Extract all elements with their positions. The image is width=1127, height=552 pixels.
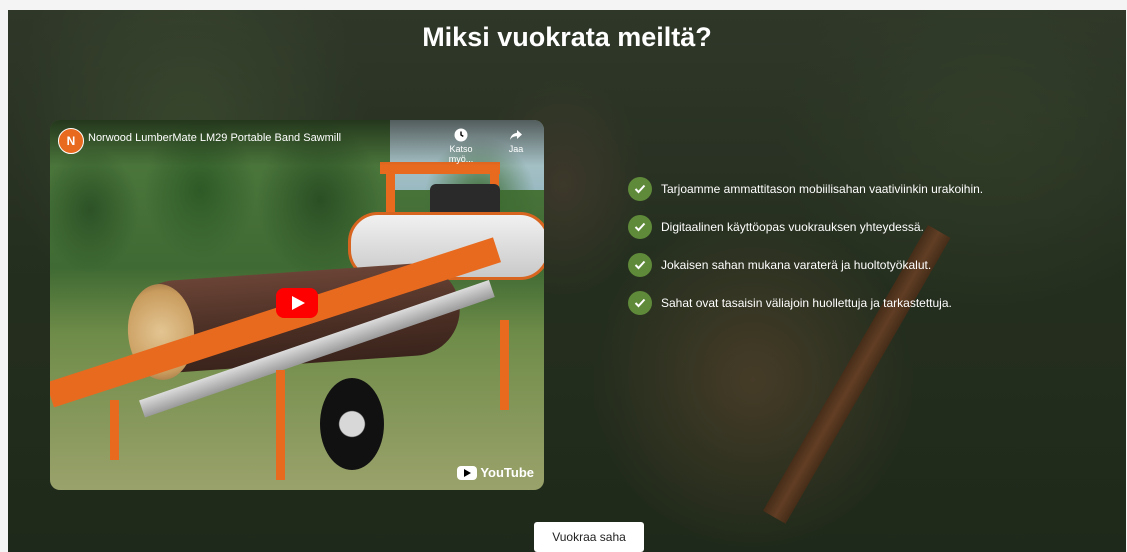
feature-text: Digitaalinen käyttöopas vuokrauksen yhte… <box>661 220 924 234</box>
check-icon <box>628 177 652 201</box>
section-title: Miksi vuokrata meiltä? <box>422 22 712 52</box>
share-icon <box>510 130 522 140</box>
channel-logo[interactable]: N <box>58 128 84 154</box>
watch-later-label: Katso myö... <box>448 144 474 164</box>
clock-icon <box>454 128 468 142</box>
trailer-wheel <box>320 378 384 470</box>
video-title[interactable]: Norwood LumberMate LM29 Portable Band Sa… <box>88 132 341 144</box>
play-button[interactable] <box>276 288 318 318</box>
feature-text: Sahat ovat tasaisin väliajoin huollettuj… <box>661 296 952 310</box>
list-item: Digitaalinen käyttöopas vuokrauksen yhte… <box>628 214 983 240</box>
list-item: Jokaisen sahan mukana varaterä ja huolto… <box>628 252 983 278</box>
list-item: Sahat ovat tasaisin väliajoin huollettuj… <box>628 290 983 316</box>
youtube-logo[interactable]: YouTube <box>457 465 534 480</box>
check-icon <box>628 291 652 315</box>
feature-list: Tarjoamme ammattitason mobiilisahan vaat… <box>628 176 983 328</box>
share-button[interactable]: Jaa <box>491 128 541 154</box>
share-label: Jaa <box>508 144 524 154</box>
youtube-play-icon <box>457 465 478 480</box>
list-item: Tarjoamme ammattitason mobiilisahan vaat… <box>628 176 983 202</box>
rent-saw-button[interactable]: Vuokraa saha <box>534 522 644 552</box>
sawmill-leg <box>276 370 285 480</box>
feature-text: Jokaisen sahan mukana varaterä ja huolto… <box>661 258 932 272</box>
check-icon <box>628 215 652 239</box>
youtube-wordmark: YouTube <box>480 465 534 480</box>
why-rent-section: Miksi vuokrata meiltä? N Norwood LumberM… <box>8 10 1126 552</box>
video-header: N Norwood LumberMate LM29 Portable Band … <box>50 120 544 166</box>
feature-text: Tarjoamme ammattitason mobiilisahan vaat… <box>661 182 984 196</box>
sawmill-leg <box>500 320 509 410</box>
watch-later-button[interactable]: Katso myö... <box>436 128 486 164</box>
check-icon <box>628 253 652 277</box>
sawmill-leg <box>110 400 119 460</box>
youtube-video-embed[interactable]: N Norwood LumberMate LM29 Portable Band … <box>50 120 544 490</box>
